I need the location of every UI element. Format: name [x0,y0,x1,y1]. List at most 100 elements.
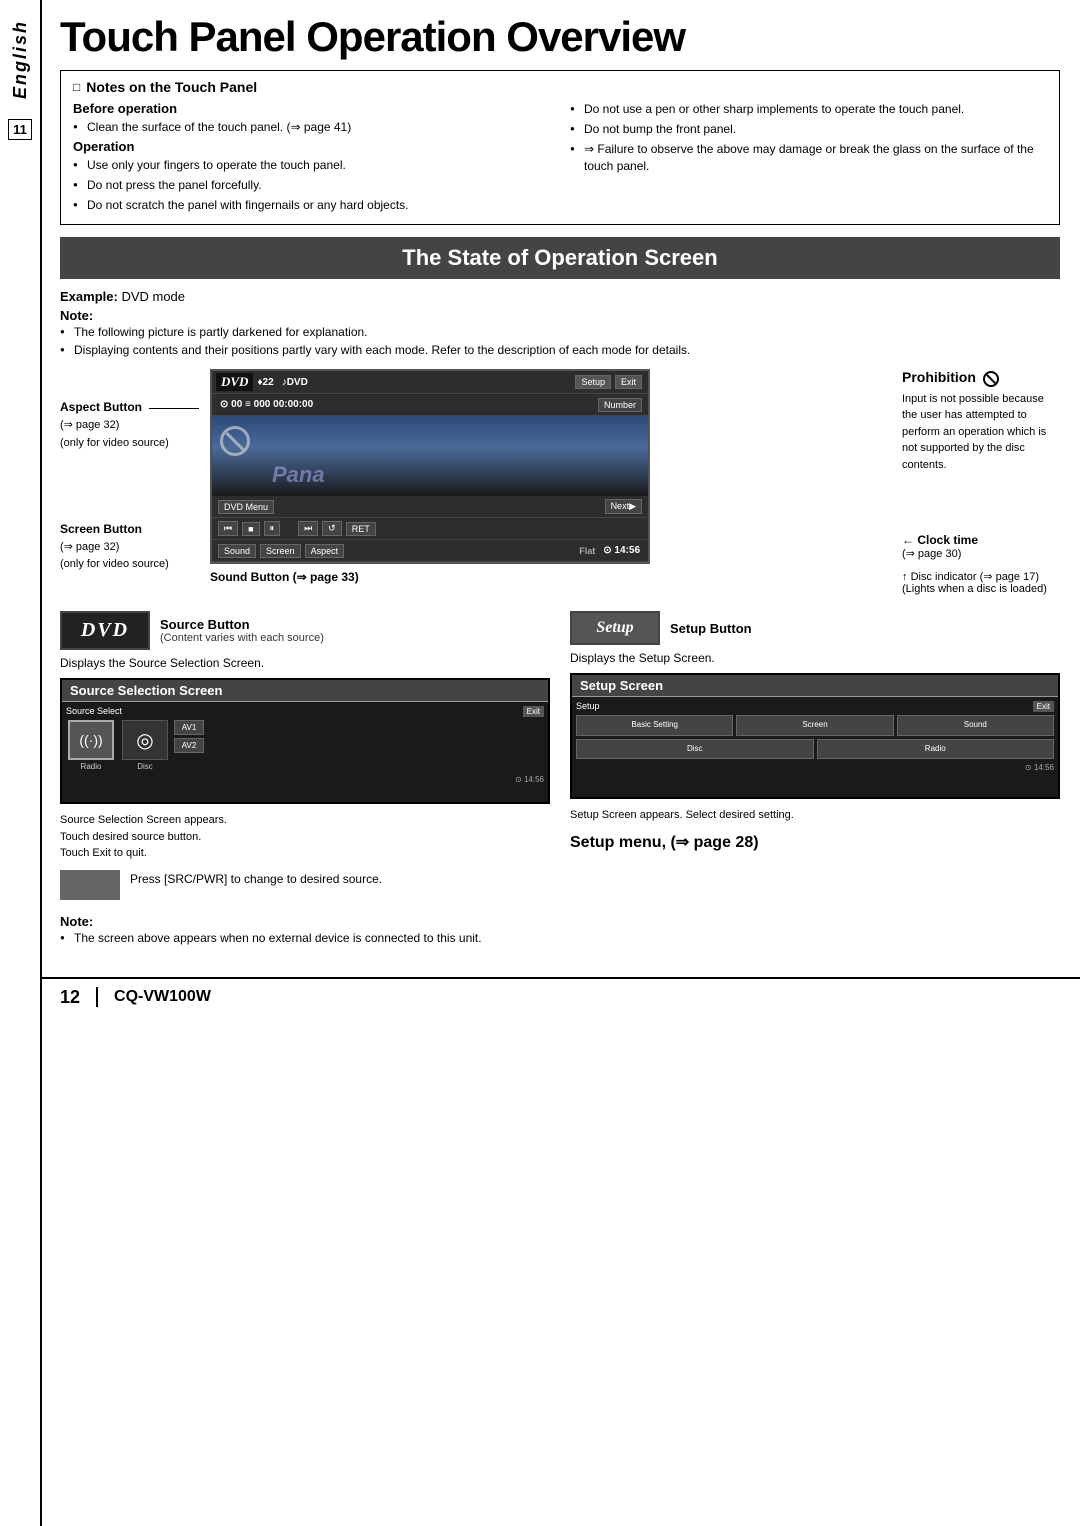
example-line: Example: DVD mode [60,289,1060,304]
right-note-2-text: ⇒ Failure to observe the above may damag… [584,142,1034,173]
disc-sub: (Lights when a disc is loaded) [902,583,1060,595]
setup-basic-btn[interactable]: Basic Setting [576,715,733,735]
source-select-label: Source Select [66,706,122,717]
source-time: ⊙ 14:56 [515,775,544,784]
dvd-stop-btn[interactable]: ■ [242,522,259,536]
setup-screen-content: Setup Exit Basic Setting Screen Sound Di… [572,697,1058,797]
radio-symbol: ((·)) [79,732,102,748]
source-icon-radio[interactable]: ((·)) Radio [66,720,116,771]
dvd-prev-btn[interactable]: ⏮ [218,521,238,536]
setup-grid-row1: Basic Setting Screen Sound [576,715,1054,735]
notes-content: Before operation Clean the surface of th… [73,101,1047,216]
aspect-page: (⇒ page 32) [60,419,119,431]
bottom-note-item-0: The screen above appears when no externa… [60,929,1060,947]
footer-model: CQ-VW100W [114,988,211,1006]
aspect-button-label: Aspect Button (⇒ page 32) (only for vide… [60,399,210,451]
before-operation-label: Before operation [73,101,550,116]
dvd-rotate-btn[interactable]: ↺ [322,521,342,536]
screen-button-title: Screen Button [60,522,142,536]
footer-separator [96,987,98,1007]
notes-box: Notes on the Touch Panel Before operatio… [60,70,1060,225]
source-button-row: DVD Source Button (Content varies with e… [60,611,550,650]
prohibition-icon [983,371,999,387]
av2-btn[interactable]: AV2 [174,738,204,753]
setup-button-row: Setup Setup Button [570,611,1060,645]
press-src-text: Press [SRC/PWR] to change to desired sou… [130,870,382,888]
prohibition-text: Input is not possible because the user h… [902,391,1060,474]
notes-col-right: Do not use a pen or other sharp implemen… [570,101,1047,216]
setup-menu-line: Setup menu, (⇒ page 28) [570,832,1060,852]
dvd-source-label: DVD [216,373,253,391]
setup-screen-label: Setup [576,701,600,712]
source-icon-disc[interactable]: ◎ Disc [120,720,170,771]
screen-left-labels: Aspect Button (⇒ page 32) (only for vide… [60,369,210,572]
source-icons-row: ((·)) Radio ◎ Disc AV1 AV2 [66,720,544,771]
sound-button-label: Sound Button (⇒ page 33) [210,570,890,584]
press-src-section: Press [SRC/PWR] to change to desired sou… [60,870,550,900]
dvd-ret-btn[interactable]: RET [346,522,376,536]
right-note-2: ⇒ Failure to observe the above may damag… [570,141,1047,175]
source-btn-label: Source Button [160,617,324,632]
radio-label: Radio [81,762,102,771]
prohibition-overlay [220,426,250,456]
setup-exit-btn[interactable]: Exit [1033,701,1054,712]
dvd-screen-btn[interactable]: Screen [260,544,301,558]
sidebar-language-label: English [10,20,31,99]
operation-item-2: Do not scratch the panel with fingernail… [73,197,550,214]
source-btn-sub: (Content varies with each source) [160,632,324,644]
dvd-setup-btn[interactable]: Setup [575,375,611,389]
dvd-ui-row3: DVD Menu Next▶ [212,496,648,518]
operation-list: Use only your fingers to operate the tou… [73,157,550,213]
screen-right-labels: Prohibition Input is not possible becaus… [890,369,1060,595]
source-exit-btn[interactable]: Exit [523,706,544,717]
setup-sound-btn[interactable]: Sound [897,715,1054,735]
operation-item-0: Use only your fingers to operate the tou… [73,157,550,174]
dvd-flat-label: Flat [575,546,599,556]
right-notes-list: Do not use a pen or other sharp implemen… [570,101,1047,174]
clock-page: (⇒ page 30) [902,547,1060,560]
setup-radio-btn[interactable]: Radio [817,739,1055,759]
setup-time-row: ⊙ 14:56 [576,763,1054,772]
operation-item-1: Do not press the panel forcefully. [73,177,550,194]
sidebar-page-number: 11 [8,119,32,140]
dvd-ui-row2: ⊙ 00 ≡ 000 00:00:00 Number [212,394,648,416]
dvd-ui-row5: Sound Screen Aspect Flat ⊙ 14:56 [212,540,648,562]
dvd-ff-btn[interactable]: ⏭ [298,521,318,536]
dvd-exit-btn[interactable]: Exit [615,375,642,389]
dvd-number-btn[interactable]: Number [598,398,642,412]
note-item-1: Displaying contents and their positions … [60,341,1060,359]
operation-label: Operation [73,139,550,154]
setup-screen-header: Setup Screen [572,675,1058,697]
clock-section: ← Clock time (⇒ page 30) [902,533,1060,560]
notes-heading: Notes on the Touch Panel [73,79,1047,95]
dvd-mode: ♪DVD [278,377,312,388]
setup-screen-btn[interactable]: Screen [736,715,893,735]
note-item-0: The following picture is partly darkened… [60,323,1060,341]
page-title: Touch Panel Operation Overview [60,14,1060,60]
right-note-0: Do not use a pen or other sharp implemen… [570,101,1047,118]
setup-btn-info: Setup Button [670,621,752,636]
bottom-note-label: Note: [60,914,93,929]
setup-disc-btn[interactable]: Disc [576,739,814,759]
dvd-pause-btn[interactable]: ⏸ [264,521,281,536]
prohibition-section: Prohibition Input is not possible becaus… [902,369,1060,473]
footer-page-number: 12 [60,987,80,1008]
source-setup-section: DVD Source Button (Content varies with e… [60,611,1060,900]
dvd-aspect-btn[interactable]: Aspect [305,544,345,558]
dvd-sound-btn[interactable]: Sound [218,544,256,558]
setup-grid-row2: Disc Radio [576,739,1054,759]
setup-screen-box: Setup Screen Setup Exit Basic Setting Sc… [570,673,1060,799]
dvd-source-logo[interactable]: DVD [60,611,150,650]
source-screen-row1: Source Select Exit [66,706,544,717]
before-operation-list: Clean the surface of the touch panel. (⇒… [73,119,550,136]
right-note-1: Do not bump the front panel. [570,121,1047,138]
dvd-menu-btn[interactable]: DVD Menu [218,500,274,514]
source-column: DVD Source Button (Content varies with e… [60,611,550,900]
setup-logo[interactable]: Setup [570,611,660,645]
note-label: Note: [60,308,93,323]
dvd-next-btn[interactable]: Next▶ [605,499,642,514]
notes-col-left: Before operation Clean the surface of th… [73,101,550,216]
av1-btn[interactable]: AV1 [174,720,204,735]
sidebar: English 11 [0,0,42,1526]
screen-page: (⇒ page 32) [60,541,119,553]
